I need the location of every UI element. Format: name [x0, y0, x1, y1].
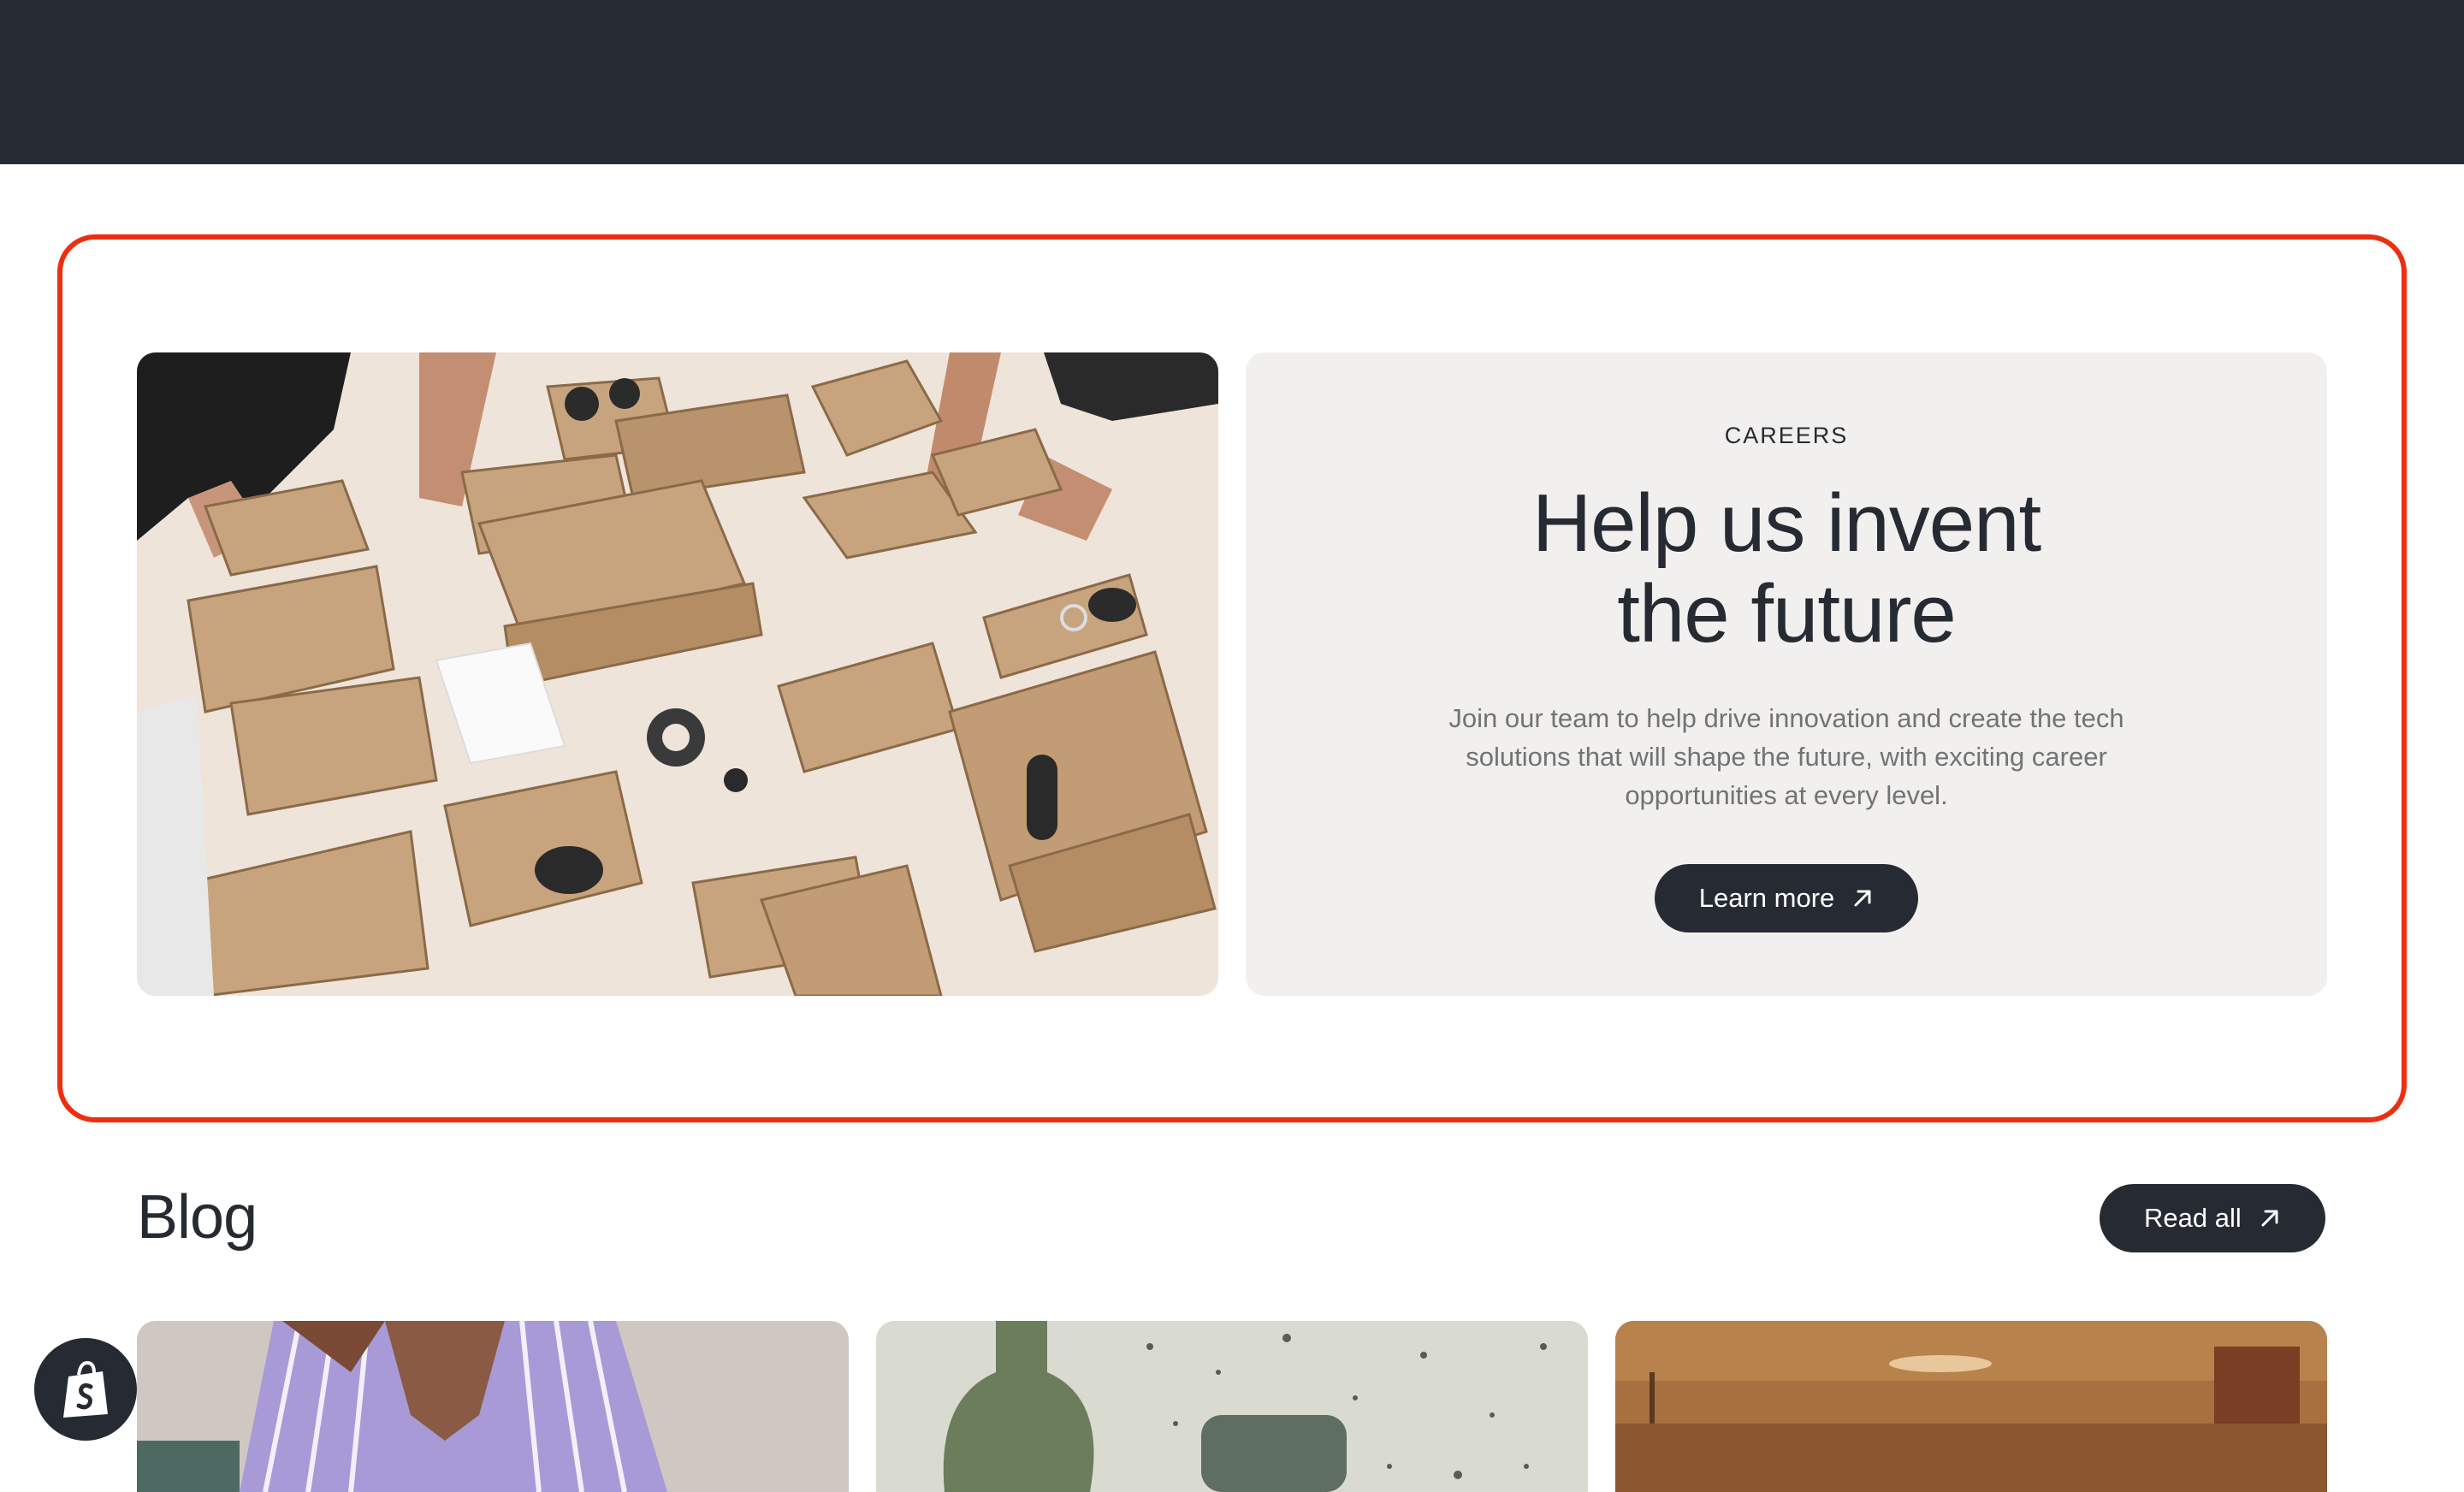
careers-card: CAREERS Help us invent the future Join o…	[1246, 352, 2327, 996]
careers-eyebrow: CAREERS	[1724, 423, 1849, 448]
shopify-badge[interactable]	[34, 1338, 137, 1441]
blog-heading: Blog	[137, 1183, 258, 1252]
blog-card-1[interactable]	[137, 1321, 849, 1492]
blog-card-3[interactable]	[1615, 1321, 2327, 1492]
warm-interior-room-photo	[1615, 1321, 2327, 1492]
arrow-up-right-icon	[2261, 1210, 2278, 1227]
read-all-label: Read all	[2144, 1203, 2242, 1233]
learn-more-button[interactable]: Learn more	[1654, 864, 1919, 932]
careers-headline-line1: Help us invent	[1531, 477, 2041, 569]
read-all-button[interactable]: Read all	[2100, 1184, 2325, 1252]
careers-headline-line2: the future	[1617, 568, 1957, 660]
person-striped-shirt-photo	[137, 1321, 849, 1492]
careers-photo	[137, 352, 1218, 996]
blog-card-2[interactable]	[876, 1321, 1588, 1492]
careers-headline: Help us invent the future	[1461, 478, 2112, 660]
learn-more-label: Learn more	[1698, 883, 1835, 913]
green-vase-speaker-photo	[876, 1321, 1588, 1492]
shopify-bag-icon	[63, 1360, 108, 1418]
careers-description: Join our team to help drive innovation a…	[1448, 703, 2124, 810]
top-navigation-bar	[0, 0, 2464, 164]
arrow-up-right-icon	[1854, 890, 1871, 907]
